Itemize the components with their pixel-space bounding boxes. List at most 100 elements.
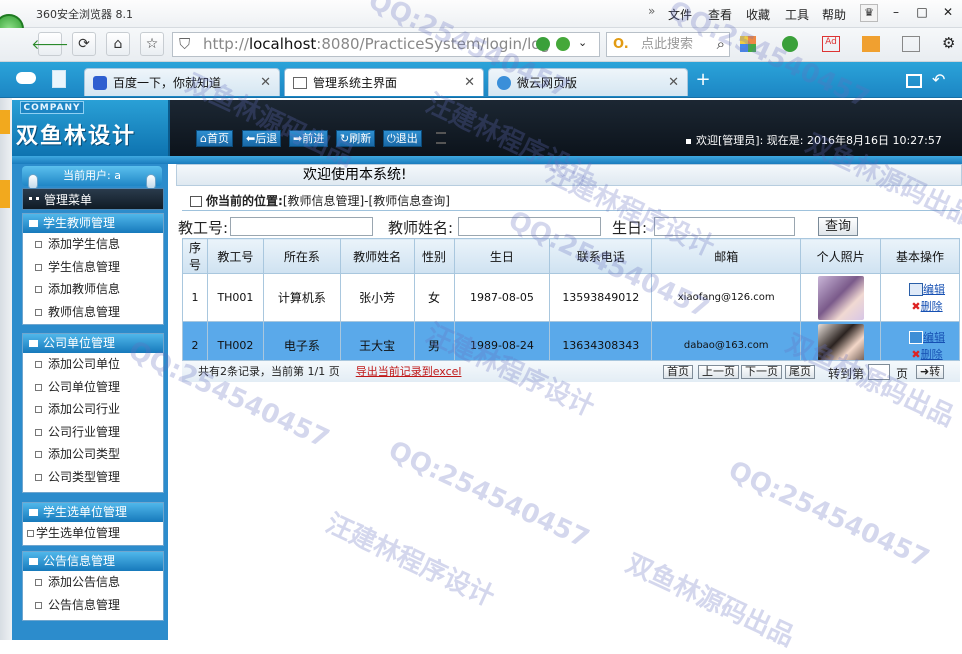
menu-manage-industry[interactable]: 公司行业管理 [23, 421, 163, 444]
back-button[interactable]: ⬅后退 [242, 130, 282, 147]
group-header[interactable]: 学生选单位管理 [23, 503, 163, 522]
screenshot-icon[interactable] [862, 36, 880, 52]
undo-close-icon[interactable]: ↶ [932, 70, 945, 89]
tab-baidu[interactable]: 百度一下，你就知道 ✕ [84, 68, 280, 96]
query-button[interactable]: 查询 [818, 217, 859, 236]
menu-more-icon[interactable]: » [648, 4, 655, 18]
browser-nav-bar: 🡐 ⟳ ⌂ ☆ ⛉ http://localhost:8080/Practice… [0, 28, 962, 62]
bullet-icon [35, 451, 42, 459]
teacher-id-input[interactable] [230, 217, 373, 236]
page-icon[interactable] [52, 70, 66, 88]
cell-name: 张小芳 [339, 273, 415, 322]
apps-icon[interactable] [740, 36, 756, 52]
logout-button[interactable]: ⏻退出 [383, 130, 422, 147]
cloud-icon[interactable] [16, 72, 36, 84]
export-excel-link[interactable]: 导出当前记录到excel [356, 365, 462, 378]
back-icon[interactable]: 🡐 [31, 32, 69, 56]
menu-manage-teacher[interactable]: 教师信息管理 [23, 301, 163, 324]
new-tab-button[interactable]: + [692, 70, 714, 92]
refresh-button[interactable]: ↻刷新 [336, 130, 376, 147]
close-window-button[interactable]: ✕ [938, 4, 958, 22]
menu-add-type[interactable]: 添加公司类型 [23, 443, 163, 466]
menu-add-student[interactable]: 添加学生信息 [23, 233, 163, 256]
birthday-input[interactable] [654, 217, 795, 236]
menu-help[interactable]: 帮助 [822, 6, 846, 23]
first-page-button[interactable]: 首页 [663, 365, 693, 379]
menu-favorites[interactable]: 收藏 [746, 6, 770, 23]
menu-manage-notice[interactable]: 公告信息管理 [23, 594, 163, 617]
search-box[interactable]: O. 点此搜索 ⌕ [606, 32, 730, 57]
group-header[interactable]: 公告信息管理 [23, 552, 163, 571]
home-button[interactable]: ⌂首页 [196, 130, 233, 147]
bullet-icon [35, 579, 42, 586]
baidu-icon [93, 75, 107, 90]
adblock-icon[interactable]: Ad [822, 36, 840, 52]
minimize-button[interactable]: – [886, 4, 906, 22]
side-tool-icon[interactable] [0, 110, 10, 134]
close-tab-icon[interactable]: ✕ [668, 75, 679, 90]
group-header[interactable]: 学生教师管理 [23, 214, 163, 233]
menu-file[interactable]: 文件 [668, 6, 692, 23]
menu-manage-company[interactable]: 公司单位管理 [23, 376, 163, 399]
col-header: 性别 [413, 238, 455, 274]
prev-page-button[interactable]: 上一页 [698, 365, 739, 379]
menu-add-company[interactable]: 添加公司单位 [23, 353, 163, 376]
star-icon[interactable]: ☆ [140, 32, 164, 56]
tab-label: 微云网页版 [517, 76, 578, 90]
delete-icon[interactable]: ✖ [911, 348, 920, 361]
edit-icon[interactable] [909, 331, 924, 344]
chevron-down-icon[interactable]: ⌄ [578, 36, 587, 49]
cell-photo [800, 273, 882, 322]
page-unit-label: 页 [896, 367, 909, 381]
record-summary: 共有2条记录，当前第 1/1 页 [198, 365, 340, 378]
power-icon: ⏻ [387, 132, 396, 145]
menu-tools[interactable]: 工具 [785, 6, 809, 23]
menu-view[interactable]: 查看 [708, 6, 732, 23]
edit-link[interactable]: 编辑 [923, 283, 945, 296]
tools-icon[interactable]: ⚙ [942, 34, 955, 52]
delete-link[interactable]: 删除 [921, 348, 943, 361]
tab-list-icon[interactable] [906, 74, 922, 88]
search-icon[interactable]: ⌕ [717, 33, 725, 56]
compat-icon[interactable] [556, 37, 570, 51]
header-welcome-text: 欢迎[管理员]: 现在是: 2016年8月16日 10:27:57 [686, 132, 942, 148]
group-header[interactable]: 公司单位管理 [23, 334, 163, 353]
delete-link[interactable]: 删除 [921, 300, 943, 313]
home-icon[interactable]: ⌂ [106, 32, 130, 56]
arrow-right-icon: ➡ [293, 132, 303, 145]
image-icon[interactable] [902, 36, 920, 52]
menu-add-teacher[interactable]: 添加教师信息 [23, 278, 163, 301]
skin-icon[interactable]: ♛ [860, 4, 878, 22]
tab-label: 百度一下，你就知道 [113, 76, 222, 90]
grid-icon [29, 196, 39, 205]
next-page-button[interactable]: 下一页 [741, 365, 782, 379]
edit-link[interactable]: 编辑 [923, 331, 945, 344]
menu-manage-student[interactable]: 学生信息管理 [23, 256, 163, 279]
main-menu-header[interactable]: 管理菜单 [22, 188, 164, 210]
table-row[interactable]: 1 TH001 计算机系 张小芳 女 1987-08-05 1359384901… [182, 273, 960, 322]
menu-add-industry[interactable]: 添加公司行业 [23, 398, 163, 421]
tab-weiyun[interactable]: 微云网页版 ✕ [488, 68, 688, 96]
cell-actions: 编辑 ✖删除 [880, 273, 960, 322]
go-button[interactable]: ➜转 [916, 365, 945, 379]
teacher-name-input[interactable] [458, 217, 601, 236]
tab-management[interactable]: 管理系统主界面 ✕ [284, 68, 484, 96]
side-tool-icon[interactable] [0, 180, 10, 208]
close-tab-icon[interactable]: ✕ [464, 75, 475, 90]
refresh-icon[interactable]: ⟳ [72, 32, 96, 56]
menu-add-notice[interactable]: 添加公告信息 [23, 571, 163, 594]
goto-page-input[interactable] [868, 364, 890, 380]
delete-icon[interactable]: ✖ [911, 300, 920, 313]
close-tab-icon[interactable]: ✕ [260, 75, 271, 90]
table-header-row: 序号 教工号 所在系 教师姓名 性别 生日 联系电话 邮箱 个人照片 基本操作 [182, 238, 960, 274]
cell-birth: 1987-08-05 [453, 273, 551, 322]
maximize-button[interactable]: □ [912, 4, 932, 22]
last-page-button[interactable]: 尾页 [785, 365, 815, 379]
ie-mode-icon[interactable] [536, 37, 550, 51]
menu-manage-type[interactable]: 公司类型管理 [23, 466, 163, 489]
security-icon[interactable] [782, 36, 798, 52]
bullet-icon [35, 473, 42, 481]
forward-button[interactable]: ➡前进 [289, 130, 329, 147]
menu-manage-selection[interactable]: 学生选单位管理 [23, 522, 163, 545]
edit-icon[interactable] [909, 283, 924, 296]
